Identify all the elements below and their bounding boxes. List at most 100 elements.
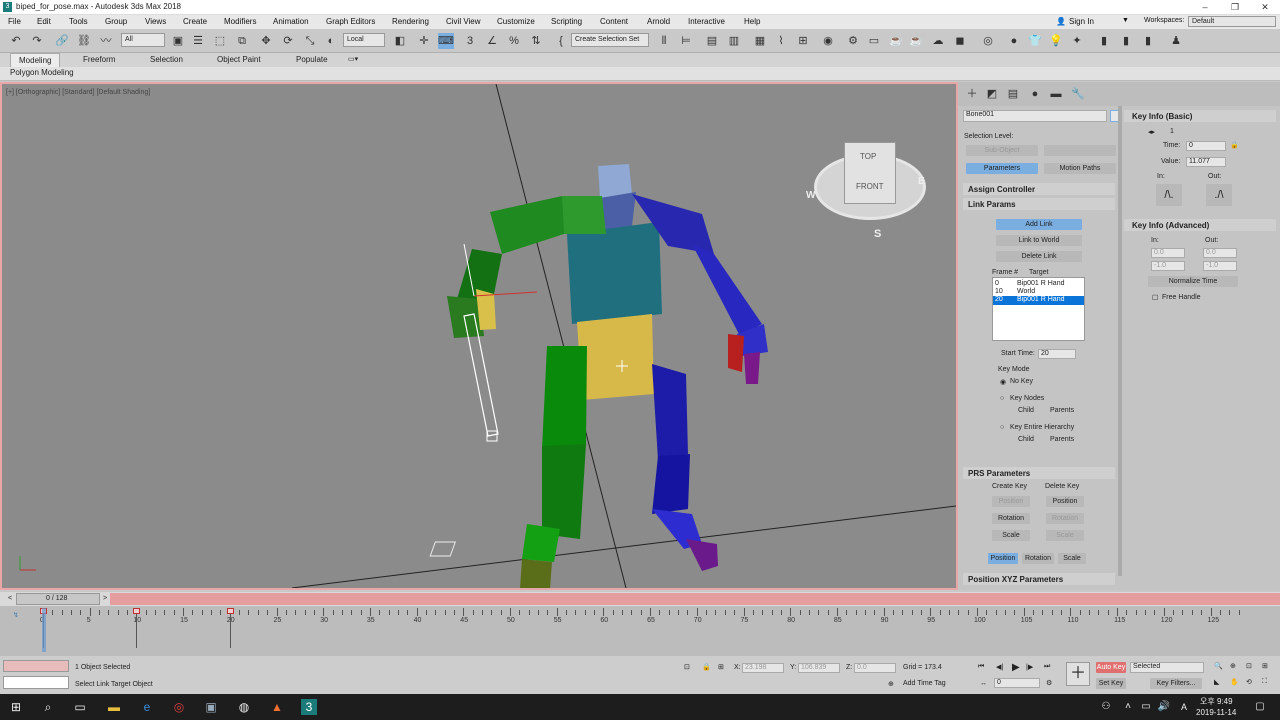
sphere-icon[interactable]: ● <box>1006 33 1022 49</box>
prs-parameters-header[interactable]: PRS Parameters <box>968 469 1030 478</box>
selection-lock-icon[interactable]: 🔒 <box>702 663 711 671</box>
render-icon[interactable]: ☕ <box>888 33 904 49</box>
render-option-3-icon[interactable]: ▮ <box>1140 33 1156 49</box>
key-value-spinner[interactable]: 11.077 <box>1186 157 1226 167</box>
select-object-icon[interactable]: ▣ <box>170 33 186 49</box>
tangent-in-button[interactable]: /\. <box>1156 184 1182 206</box>
position-tab-button[interactable]: Position <box>988 553 1018 564</box>
polygon-modeling-label[interactable]: Polygon Modeling <box>10 68 74 77</box>
next-key-icon[interactable]: |▶ <box>1026 663 1033 671</box>
ime-icon[interactable]: A <box>1176 699 1192 715</box>
set-key-big-button[interactable]: ＋ <box>1066 662 1090 686</box>
percent-snap-icon[interactable]: % <box>506 33 522 49</box>
task-view-icon[interactable]: ▭ <box>72 699 88 715</box>
volume-icon[interactable]: 🔊 <box>1156 699 1172 715</box>
normalize-time-button[interactable]: Normalize Time <box>1148 276 1238 287</box>
chrome-icon[interactable]: ◎ <box>171 699 187 715</box>
goto-end-icon[interactable]: ⏭ <box>1044 663 1050 671</box>
set-key-button[interactable]: Set Key <box>1096 678 1126 689</box>
sub-object-dropdown[interactable] <box>1044 145 1116 156</box>
object-name-field[interactable]: Bone001 <box>963 110 1107 122</box>
menu-create[interactable]: Create <box>183 17 207 26</box>
rotate-icon[interactable]: ⟳ <box>280 33 296 49</box>
maxscript-input-field[interactable] <box>3 676 69 689</box>
play-icon[interactable]: ▶ <box>1012 662 1020 673</box>
light-icon[interactable]: 💡 <box>1048 33 1064 49</box>
tab-freeform[interactable]: Freeform <box>83 55 115 64</box>
minimize-button[interactable]: – <box>1190 0 1220 15</box>
move-icon[interactable]: ✥ <box>258 33 274 49</box>
snaps-toggle-icon[interactable]: 3 <box>462 33 478 49</box>
prev-key-icon[interactable]: ◀| <box>996 663 1003 671</box>
reference-coord-dropdown[interactable]: Local <box>343 33 385 47</box>
close-button[interactable]: ✕ <box>1250 0 1280 15</box>
absolute-mode-icon[interactable]: ⊞ <box>718 663 724 671</box>
selection-filter-dropdown[interactable]: All <box>121 33 165 47</box>
key-entire-parents-option[interactable]: Parents <box>1050 436 1074 443</box>
obs-icon[interactable]: ◍ <box>236 699 252 715</box>
key-time-spinner[interactable]: 0 <box>1186 141 1226 151</box>
tab-selection[interactable]: Selection <box>150 55 183 64</box>
scale-tab-button[interactable]: Scale <box>1058 553 1086 564</box>
menu-content[interactable]: Content <box>600 17 628 26</box>
window-crossing-icon[interactable]: ⧉ <box>234 33 250 49</box>
display-tab-icon[interactable]: ▬ <box>1048 86 1064 102</box>
render-setup-icon[interactable]: ⚙ <box>845 33 861 49</box>
time-slider[interactable]: < 0 / 128 > <box>0 592 1280 606</box>
advanced-out2-spinner[interactable]: -1.0 <box>1203 261 1237 271</box>
key-nav-arrows[interactable]: ◂▸ <box>1148 128 1155 136</box>
key-nodes-child-option[interactable]: Child <box>1018 407 1034 414</box>
undo-icon[interactable]: ↶ <box>8 33 24 49</box>
app-orange-icon[interactable]: ▲ <box>269 699 285 715</box>
key-nodes-parents-option[interactable]: Parents <box>1050 407 1074 414</box>
next-frame-arrow[interactable]: > <box>103 595 107 602</box>
key-info-advanced-header[interactable]: Key Info (Advanced) <box>1132 221 1209 230</box>
menu-edit[interactable]: Edit <box>37 17 51 26</box>
menu-scripting[interactable]: Scripting <box>551 17 582 26</box>
motion-paths-button[interactable]: Motion Paths <box>1044 163 1116 174</box>
create-position-key-button[interactable]: Position <box>992 496 1030 507</box>
menu-arnold[interactable]: Arnold <box>647 17 670 26</box>
delete-scale-key-button[interactable]: Scale <box>1046 530 1084 541</box>
network-icon[interactable]: ▭ <box>1138 699 1154 715</box>
tab-populate[interactable]: Populate <box>296 55 328 64</box>
windows-start-icon[interactable]: ⊞ <box>8 699 24 715</box>
layer-explorer-icon[interactable]: ▥ <box>726 33 742 49</box>
y-coordinate-field[interactable]: 106.839 <box>798 663 840 673</box>
key-nodes-radio[interactable]: ○ <box>1000 395 1004 402</box>
link-list[interactable]: 0 Bip001 R Hand 10 World 20 Bip001 R Hand <box>992 277 1085 341</box>
menu-file[interactable]: File <box>8 17 21 26</box>
delete-position-key-button[interactable]: Position <box>1046 496 1084 507</box>
ribbon-options-icon[interactable]: ▭▾ <box>348 55 358 63</box>
render-iterative-icon[interactable]: ☕ <box>908 33 924 49</box>
menu-civil-view[interactable]: Civil View <box>446 17 481 26</box>
assign-controller-header[interactable]: Assign Controller <box>968 185 1035 194</box>
goto-start-icon[interactable]: ⏮ <box>978 663 984 671</box>
delete-link-button[interactable]: Delete Link <box>996 251 1082 262</box>
menu-customize[interactable]: Customize <box>497 17 535 26</box>
z-coordinate-field[interactable]: 0.0 <box>854 663 896 673</box>
no-key-radio[interactable]: ◉ <box>1000 378 1006 386</box>
modify-tab-icon[interactable]: ◩ <box>984 86 1000 102</box>
mirror-icon[interactable]: ⫴ <box>656 33 672 49</box>
menu-help[interactable]: Help <box>744 17 760 26</box>
render-cloud-icon[interactable]: ☁ <box>930 33 946 49</box>
free-handle-checkbox[interactable]: ☐ <box>1152 294 1158 302</box>
advanced-in-spinner[interactable]: 0.0 <box>1151 248 1185 258</box>
notifications-icon[interactable]: ▢ <box>1252 699 1268 715</box>
viewcube-east-label[interactable]: E <box>918 176 925 187</box>
workspaces-dropdown[interactable]: Default <box>1188 16 1276 27</box>
a360-icon[interactable]: ◼ <box>952 33 968 49</box>
chevron-down-icon[interactable]: ▼ <box>1122 17 1129 24</box>
viewcube-front-label[interactable]: FRONT <box>856 182 884 191</box>
link-to-world-button[interactable]: Link to World <box>996 235 1082 246</box>
maxscript-listener-field[interactable] <box>3 660 69 672</box>
advanced-in2-spinner[interactable]: -1.0 <box>1151 261 1185 271</box>
app-dev-icon[interactable]: ▣ <box>203 699 219 715</box>
sign-in-button[interactable]: Sign In <box>1069 17 1094 26</box>
menu-tools[interactable]: Tools <box>69 17 88 26</box>
menu-animation[interactable]: Animation <box>273 17 309 26</box>
track-bar[interactable]: ↯ 05101520253035404550556065707580859095… <box>0 606 1280 656</box>
tray-chevron-icon[interactable]: ˄ <box>1120 699 1136 715</box>
tangent-out-button[interactable]: ./\ <box>1206 184 1232 206</box>
